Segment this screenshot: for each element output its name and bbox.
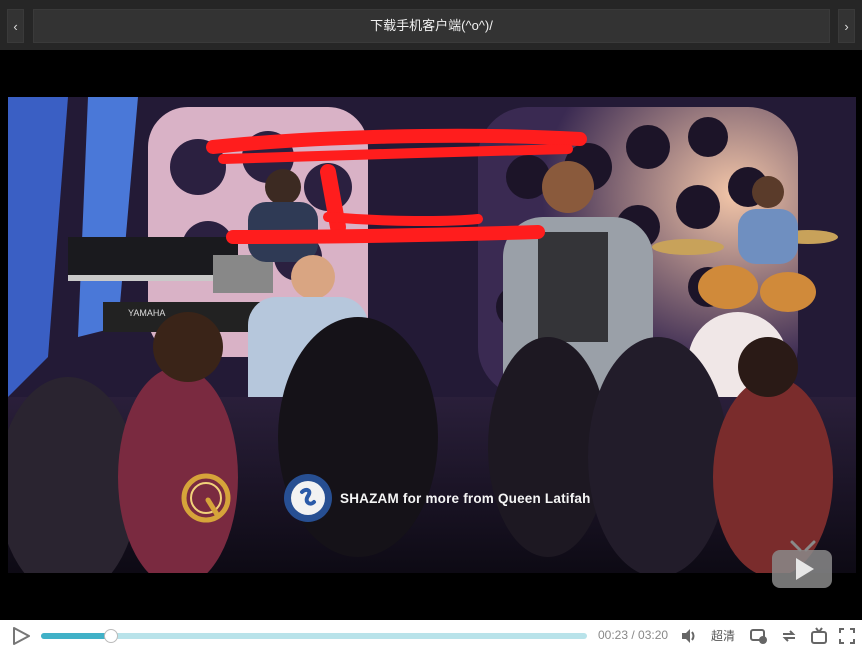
progress-handle[interactable] (103, 629, 118, 643)
barrage-icon[interactable] (750, 627, 768, 645)
shazam-caption: SHAZAM for more from Queen Latifah (340, 490, 591, 506)
quality-selector[interactable]: 超清 (711, 627, 735, 644)
fullscreen-icon[interactable] (838, 627, 856, 645)
next-button[interactable]: › (838, 9, 855, 43)
keyboard-brand-text: YAMAHA (128, 308, 165, 318)
tv-icon[interactable] (810, 627, 828, 645)
q-logo-icon (178, 470, 234, 526)
download-app-banner[interactable]: 下载手机客户端(^o^)/ (33, 9, 830, 43)
prev-button[interactable]: ‹ (7, 9, 24, 43)
shazam-icon (284, 474, 332, 522)
loop-icon[interactable] (780, 627, 798, 645)
shazam-overlay: SHAZAM for more from Queen Latifah (282, 470, 591, 526)
progress-bar[interactable] (41, 629, 587, 643)
play-icon[interactable] (11, 626, 31, 646)
time-display: 00:23 / 03:20 (598, 628, 669, 642)
top-bar: ‹ 下载手机客户端(^o^)/ › (0, 0, 862, 50)
tv-play-icon[interactable] (770, 536, 834, 590)
progress-fill (41, 633, 111, 639)
volume-icon[interactable] (680, 627, 698, 645)
player-controls: 00:23 / 03:20 超清 (0, 620, 862, 652)
